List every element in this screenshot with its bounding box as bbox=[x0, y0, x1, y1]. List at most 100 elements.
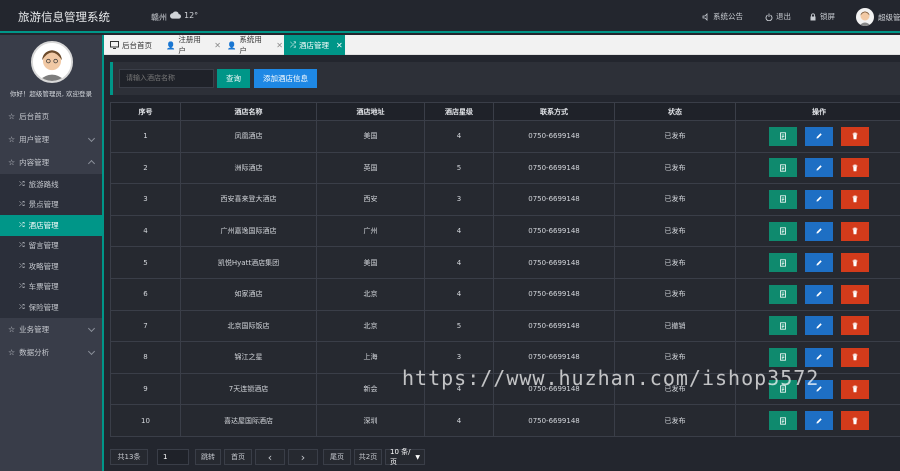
view-details-button[interactable] bbox=[769, 189, 797, 209]
table-cell: 7 bbox=[110, 309, 181, 343]
table-cell: 4 bbox=[424, 246, 494, 279]
edit-button[interactable] bbox=[805, 316, 833, 336]
view-details-button[interactable] bbox=[769, 126, 797, 146]
table-cell: 北京国际饭店 bbox=[180, 309, 317, 343]
edit-button[interactable] bbox=[805, 221, 833, 241]
shuffle-icon: ⤮ bbox=[19, 220, 25, 229]
pencil-icon bbox=[816, 196, 822, 202]
table-row[interactable]: 4 广州嘉逸国际酒店 广州 4 0750-6699148 已发布 bbox=[110, 214, 900, 248]
table-cell: 已发布 bbox=[614, 183, 736, 216]
table-cell: 西安 bbox=[316, 183, 425, 216]
close-icon[interactable]: ✕ bbox=[276, 41, 283, 50]
trash-icon bbox=[852, 196, 858, 203]
delete-button[interactable] bbox=[841, 379, 869, 399]
next-page-button[interactable]: › bbox=[288, 449, 318, 465]
delete-button[interactable] bbox=[841, 253, 869, 273]
weather-temp: 12° bbox=[184, 11, 199, 20]
view-details-button[interactable] bbox=[769, 411, 797, 431]
table-cell: 已发布 bbox=[614, 151, 736, 185]
sidebar-subitem-insurance[interactable]: ⤮ 保险管理 bbox=[0, 297, 102, 318]
last-page-button[interactable]: 尾页 bbox=[323, 449, 351, 465]
per-page-select[interactable]: 10 条/页 ▼ bbox=[385, 448, 425, 466]
table-row[interactable]: 1 凤凰酒店 美国 4 0750-6699148 已发布 bbox=[110, 120, 900, 153]
sidebar-subitem-routes[interactable]: ⤮ 旅游路线 bbox=[0, 174, 102, 195]
sidebar-item-users[interactable]: ☆ 用户管理 bbox=[0, 128, 102, 151]
view-details-button[interactable] bbox=[769, 284, 797, 304]
tab-registered-users[interactable]: 👤 注册用户 ✕ bbox=[160, 35, 221, 55]
delete-button[interactable] bbox=[841, 189, 869, 209]
column-header: 酒店名称 bbox=[180, 102, 317, 121]
close-icon[interactable]: ✕ bbox=[336, 41, 343, 50]
view-details-button[interactable] bbox=[769, 316, 797, 336]
chevron-left-icon: ‹ bbox=[267, 450, 273, 464]
add-hotel-button[interactable]: 添加酒店信息 bbox=[254, 69, 317, 88]
sidebar-item-analytics[interactable]: ☆ 数据分析 bbox=[0, 341, 102, 364]
prev-page-button[interactable]: ‹ bbox=[255, 449, 285, 465]
logout-link[interactable]: 退出 bbox=[765, 11, 791, 22]
document-icon bbox=[780, 227, 786, 235]
tab-home[interactable]: 后台首页 bbox=[104, 35, 160, 55]
page-input[interactable]: 1 bbox=[157, 449, 189, 465]
table-cell: 0750-6699148 bbox=[493, 404, 615, 437]
column-header: 序号 bbox=[110, 102, 181, 121]
sidebar-subitem-hotels[interactable]: ⤮ 酒店管理 bbox=[0, 215, 102, 236]
search-input[interactable]: 请输入酒店名称 bbox=[119, 69, 214, 88]
close-icon[interactable]: ✕ bbox=[214, 41, 221, 50]
edit-button[interactable] bbox=[805, 253, 833, 273]
lock-screen-link[interactable]: 锁屏 bbox=[809, 11, 835, 22]
table-cell: 广州 bbox=[316, 214, 425, 248]
user-name[interactable]: 超级管 bbox=[878, 12, 900, 23]
edit-button[interactable] bbox=[805, 189, 833, 209]
delete-button[interactable] bbox=[841, 221, 869, 241]
speaker-icon bbox=[702, 12, 708, 21]
edit-button[interactable] bbox=[805, 347, 833, 367]
sidebar-subitem-tickets[interactable]: ⤮ 车票管理 bbox=[0, 277, 102, 298]
column-header: 操作 bbox=[735, 102, 900, 121]
table-cell: 4 bbox=[424, 214, 494, 248]
delete-button[interactable] bbox=[841, 316, 869, 336]
trash-icon bbox=[852, 259, 858, 266]
delete-button[interactable] bbox=[841, 347, 869, 367]
tab-hotel-management[interactable]: ⤮ 酒店管理 ✕ bbox=[284, 35, 345, 55]
table-row[interactable]: 6 如家酒店 北京 4 0750-6699148 已发布 bbox=[110, 277, 900, 311]
query-button[interactable]: 查询 bbox=[217, 69, 250, 88]
sidebar-item-content[interactable]: ☆ 内容管理 bbox=[0, 151, 102, 174]
tab-system-users[interactable]: 👤 系统用户 ✕ bbox=[221, 35, 283, 55]
shuffle-icon: ⤮ bbox=[19, 302, 25, 311]
jump-button[interactable]: 跳转 bbox=[195, 449, 221, 465]
edit-button[interactable] bbox=[805, 411, 833, 431]
table-row[interactable]: 3 西安喜来登大酒店 西安 3 0750-6699148 已发布 bbox=[110, 183, 900, 216]
delete-button[interactable] bbox=[841, 284, 869, 304]
edit-button[interactable] bbox=[805, 126, 833, 146]
main-panel: 后台首页 👤 注册用户 ✕ 👤 系统用户 ✕ ⤮ 酒店管理 ✕ 请输入酒店名称 查询 … bbox=[102, 35, 900, 471]
table-row[interactable]: 2 洲际酒店 英国 5 0750-6699148 已发布 bbox=[110, 151, 900, 185]
trash-icon bbox=[852, 385, 858, 393]
trash-icon bbox=[852, 290, 858, 298]
first-page-button[interactable]: 首页 bbox=[224, 449, 252, 465]
table-row[interactable]: 10 喜达屋国际酒店 深圳 4 0750-6699148 已发布 bbox=[110, 404, 900, 437]
view-details-button[interactable] bbox=[769, 158, 797, 178]
sidebar-subitem-messages[interactable]: ⤮ 留言管理 bbox=[0, 236, 102, 257]
view-details-button[interactable] bbox=[769, 253, 797, 273]
user-avatar[interactable] bbox=[856, 8, 874, 26]
table-header-row: 序号 酒店名称 酒店地址 酒店星级 联系方式 状态 操作 bbox=[110, 102, 900, 121]
delete-button[interactable] bbox=[841, 158, 869, 178]
view-details-button[interactable] bbox=[769, 347, 797, 367]
edit-button[interactable] bbox=[805, 284, 833, 304]
table-row[interactable]: 7 北京国际饭店 北京 5 0750-6699148 已撤销 bbox=[110, 309, 900, 343]
delete-button[interactable] bbox=[841, 411, 869, 431]
page-count: 共2页 bbox=[354, 449, 382, 465]
table-cell: 4 bbox=[424, 404, 494, 437]
table-row[interactable]: 5 凯悦Hyatt酒店集团 美国 4 0750-6699148 已发布 bbox=[110, 246, 900, 279]
sidebar-item-home[interactable]: ☆ 后台首页 bbox=[0, 105, 102, 128]
top-bar: 旅游信息管理系统 赣州 12° 系统公告 退出 锁屏 超级管 bbox=[0, 0, 900, 33]
table-cell: 0750-6699148 bbox=[493, 277, 615, 311]
sidebar-subitem-guides[interactable]: ⤮ 攻略管理 bbox=[0, 256, 102, 277]
notice-link[interactable]: 系统公告 bbox=[702, 11, 743, 22]
edit-button[interactable] bbox=[805, 158, 833, 178]
sidebar-subitem-scenic[interactable]: ⤮ 景点管理 bbox=[0, 195, 102, 216]
delete-button[interactable] bbox=[841, 126, 869, 146]
view-details-button[interactable] bbox=[769, 221, 797, 241]
sidebar-item-business[interactable]: ☆ 业务管理 bbox=[0, 318, 102, 341]
table-cell: 4 bbox=[424, 120, 494, 153]
